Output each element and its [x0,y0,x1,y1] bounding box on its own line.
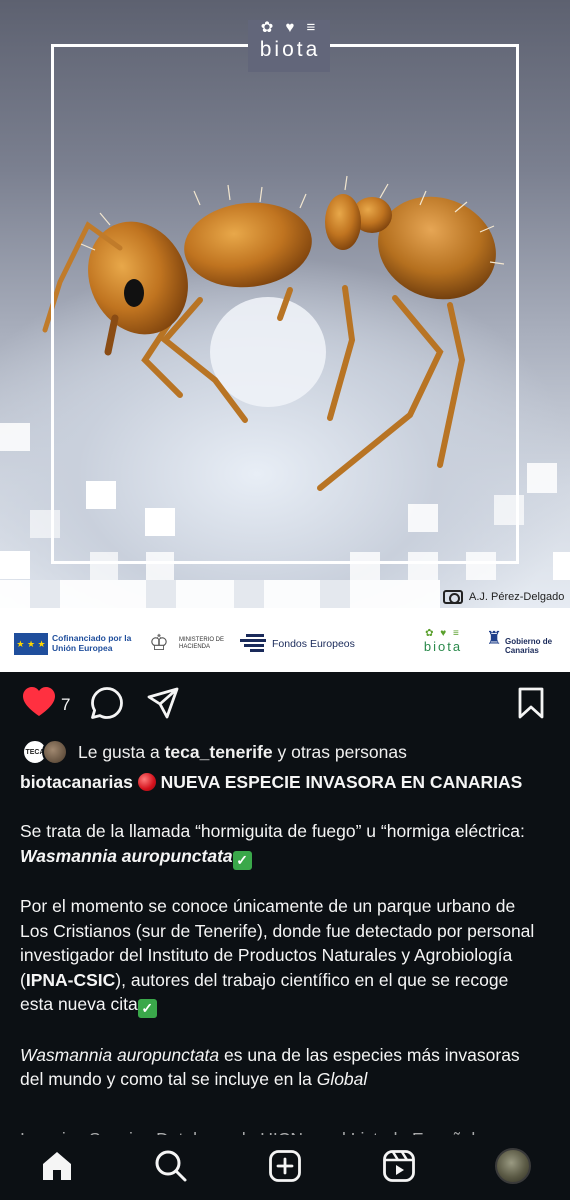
home-icon [43,1152,71,1180]
spain-coat-of-arms-icon: ♔ [149,630,169,655]
nav-create[interactable] [268,1149,302,1188]
species-name: Wasmannia auropunctata [20,845,233,866]
reels-icon [383,1150,415,1182]
biota-logo: ✿ ♥ ≡ biota [250,18,330,62]
eu-logo-text: Cofinanciado por la Unión Europea [52,633,132,653]
canarias-logo-text: Gobierno de Canarias [505,637,553,655]
photo-credit-text: A.J. Pérez-Delgado [469,591,565,603]
liked-by[interactable]: TECA Le gusta a teca_tenerife y otras pe… [20,737,407,767]
pixel-square [466,552,496,580]
comment-button[interactable] [90,686,124,725]
pixel-square [527,463,557,493]
post-image[interactable]: ✿ ♥ ≡ biota A.J. Pérez-Delgado ★ ★ ★ Cof… [0,0,570,672]
bookmark-icon [518,687,544,719]
liked-by-text: Le gusta a teca_tenerife y otras persona… [78,741,407,762]
share-button[interactable] [146,686,180,725]
pixel-square [145,508,175,536]
pixel-square [553,552,570,580]
fondos-europeos-icon [240,634,266,654]
check-mark-emoji-icon: ✓ [232,850,252,870]
check-mark-emoji-icon: ✓ [137,999,157,1018]
avatar [42,739,68,765]
caption-paragraph: Por el momento se conoce únicamente de u… [20,896,535,1018]
fondos-logo-text: Fondos Europeos [272,638,355,650]
biota-small-glyphs: ✿ ♥ ≡ [425,628,461,639]
pixel-square [146,552,174,580]
search-icon [155,1150,187,1182]
liker-username[interactable]: teca_tenerife [165,742,273,762]
liker-avatars: TECA [20,738,70,766]
biota-small-word: biota [423,639,463,654]
institution-name: IPNA-CSIC [25,969,116,990]
pixel-square [494,495,524,525]
camera-icon [443,590,463,604]
pixel-square [408,552,438,580]
biota-small-logo: ✿ ♥ ≡ biota [421,628,465,654]
bottom-nav [0,1135,570,1200]
biota-logo-glyphs: ✿ ♥ ≡ [260,19,320,36]
like-button[interactable] [22,686,56,723]
share-icon [147,687,179,719]
nav-home[interactable] [40,1149,74,1188]
species-name: Wasmannia auropunctata [20,1044,220,1065]
post-actions: 7 [0,672,570,734]
pixel-square [86,481,116,509]
sponsor-logos: ★ ★ ★ Cofinanciado por la Unión Europea … [0,608,570,672]
photo-credit: A.J. Pérez-Delgado [443,590,564,604]
red-circle-emoji-icon [137,773,156,791]
pixel-square [90,552,118,580]
ministry-logo-text: MINISTERIO DE HACIENDA [179,637,225,650]
canarias-crest-icon: ♜ [486,628,503,648]
pixel-square [30,510,60,538]
biota-logo-word: biota [259,38,321,61]
pixel-band [0,580,440,608]
pixel-square [408,504,438,532]
caption-headline: NUEVA ESPECIE INVASORA EN CANARIAS [160,772,523,792]
like-count[interactable]: 7 [61,695,70,715]
caption-paragraph: Wasmannia auropunctata es una de las esp… [20,1044,520,1090]
caption-username[interactable]: biotacanarias [20,772,133,792]
pixel-square [0,423,30,451]
image-frame [51,44,519,564]
heart-filled-icon [23,687,55,716]
post-caption: biotacanarias NUEVA ESPECIE INVASORA EN … [20,770,545,1116]
eu-flag-icon: ★ ★ ★ [14,633,48,655]
nav-reels[interactable] [382,1149,416,1188]
profile-avatar[interactable] [495,1148,531,1184]
pixel-square [0,551,30,579]
caption-paragraph: Se trata de la llamada “hormiguita de fu… [20,821,525,870]
create-icon [269,1150,301,1182]
nav-search[interactable] [154,1149,188,1188]
pixel-square [350,552,380,580]
comment-icon [91,687,123,719]
save-button[interactable] [517,686,545,725]
